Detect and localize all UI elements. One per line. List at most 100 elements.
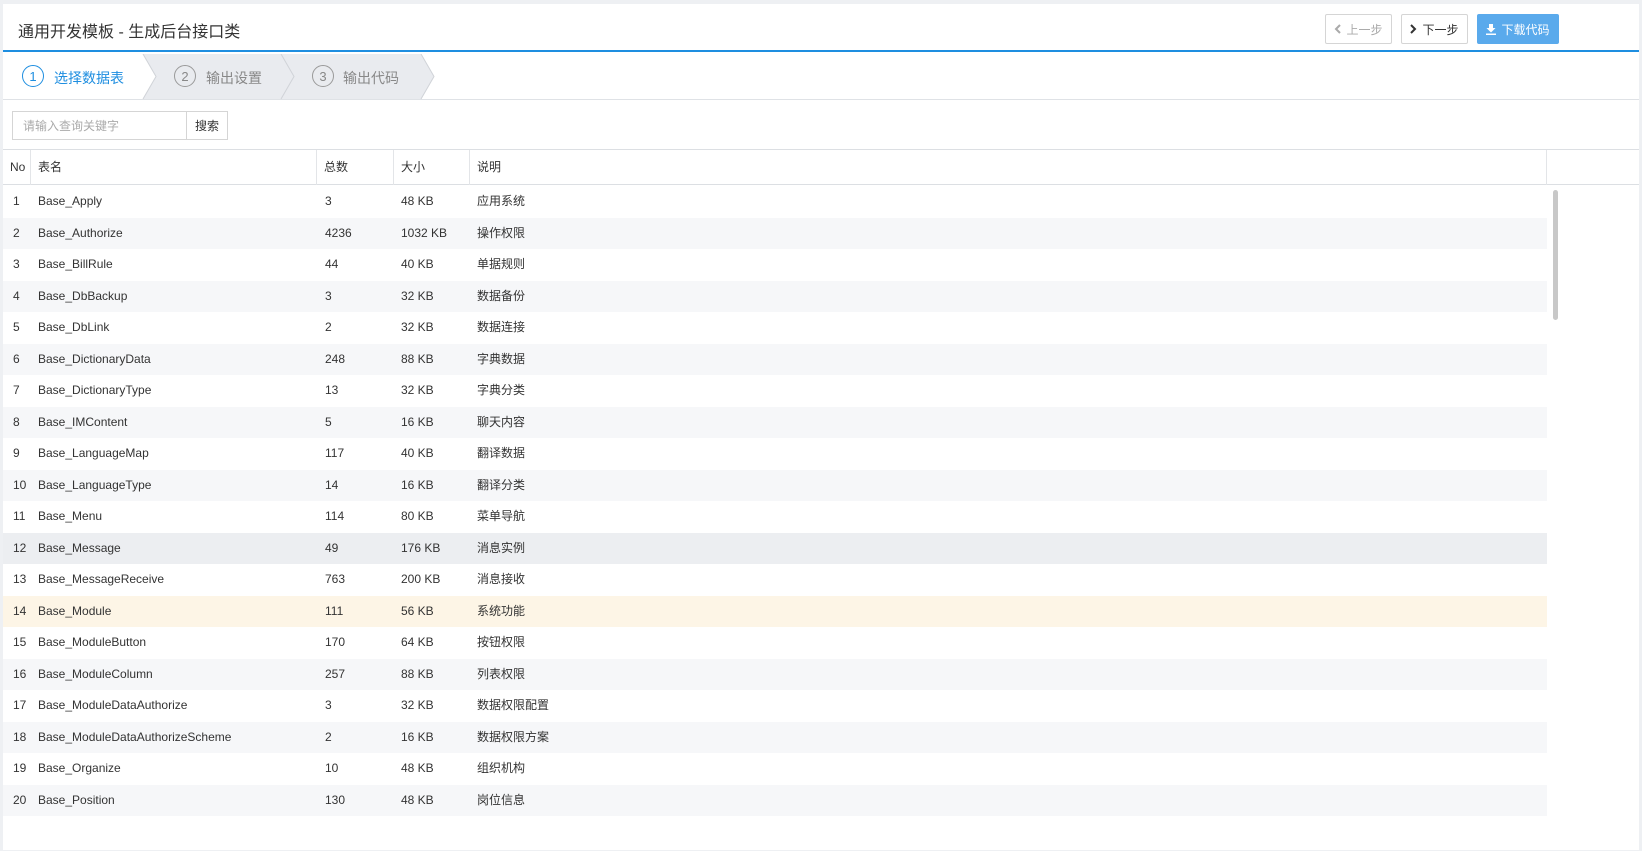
page-title: 通用开发模板 - 生成后台接口类	[18, 24, 241, 41]
chevron-left-icon	[1334, 24, 1342, 34]
cell-table-name: Base_Message	[38, 540, 121, 555]
scrollbar-thumb[interactable]	[1553, 190, 1558, 320]
table-row[interactable]: 3 Base_BillRule 44 40 KB 单据规则	[3, 249, 1547, 281]
cell-count: 5	[325, 414, 332, 429]
search-input[interactable]	[12, 111, 186, 140]
table-row[interactable]: 7 Base_DictionaryType 13 32 KB 字典分类	[3, 375, 1547, 407]
table-row[interactable]: 20 Base_Position 130 48 KB 岗位信息	[3, 784, 1547, 816]
column-header-description[interactable]: 说明	[470, 150, 1547, 185]
cell-size: 80 KB	[401, 509, 434, 523]
cell-description: 翻译数据	[477, 446, 526, 460]
table-row[interactable]: 16 Base_ModuleColumn 257 88 KB 列表权限	[3, 658, 1547, 690]
cell-no: 2	[13, 225, 20, 240]
next-step-button[interactable]: 下一步	[1401, 14, 1468, 44]
table-row[interactable]: 13 Base_MessageReceive 763 200 KB 消息接收	[3, 564, 1547, 596]
cell-table-name: Base_DbLink	[38, 320, 110, 334]
cell-description: 字典分类	[477, 383, 526, 397]
cell-table-name: Base_DictionaryData	[38, 351, 151, 366]
download-code-button[interactable]: 下载代码	[1477, 14, 1559, 44]
cell-description: 按钮权限	[477, 635, 526, 649]
cell-size: 56 KB	[401, 603, 434, 618]
table-row[interactable]: 12 Base_Message 49 176 KB 消息实例	[3, 532, 1547, 564]
table-row[interactable]: 19 Base_Organize 10 48 KB 组织机构	[3, 753, 1547, 785]
cell-table-name: Base_ModuleDataAuthorize	[38, 698, 188, 712]
table-row[interactable]: 10 Base_LanguageType 14 16 KB 翻译分类	[3, 469, 1547, 501]
table-row[interactable]: 5 Base_DbLink 2 32 KB 数据连接	[3, 312, 1547, 344]
cell-count: 763	[325, 572, 346, 586]
download-icon	[1486, 23, 1497, 35]
cell-no: 20	[13, 792, 27, 807]
table-row[interactable]: 14 Base_Module 111 56 KB 系统功能	[3, 595, 1547, 627]
table-row[interactable]: 15 Base_ModuleButton 170 64 KB 按钮权限	[3, 627, 1547, 659]
cell-table-name: Base_Menu	[38, 509, 103, 523]
search-button[interactable]: 搜索	[186, 111, 228, 140]
column-header-count[interactable]: 总数	[317, 150, 394, 185]
cell-count: 248	[325, 351, 346, 366]
cell-count: 14	[325, 477, 339, 492]
step-select-table[interactable]: 1 选择数据表	[3, 54, 143, 99]
cell-size: 32 KB	[401, 288, 434, 303]
cell-description: 应用系统	[477, 194, 526, 208]
cell-count: 13	[325, 383, 339, 397]
cell-no: 6	[13, 351, 20, 366]
cell-no: 9	[13, 446, 20, 460]
cell-description: 数据权限方案	[477, 729, 550, 744]
step-label: 输出代码	[343, 70, 399, 86]
cell-description: 字典数据	[477, 351, 526, 366]
cell-count: 10	[325, 761, 339, 775]
cell-description: 单据规则	[477, 257, 526, 271]
cell-description: 系统功能	[477, 603, 526, 618]
cell-no: 8	[13, 414, 20, 429]
cell-table-name: Base_MessageReceive	[38, 572, 165, 586]
app-frame: 通用开发模板 - 生成后台接口类 上一步 下一步 下载代码 1 选择数据表 2 …	[3, 4, 1639, 850]
cell-table-name: Base_Position	[38, 792, 115, 807]
table-row[interactable]: 11 Base_Menu 114 80 KB 菜单导航	[3, 501, 1547, 533]
cell-description: 操作权限	[477, 225, 526, 240]
cell-count: 44	[325, 257, 339, 271]
table-row[interactable]: 9 Base_LanguageMap 117 40 KB 翻译数据	[3, 438, 1547, 470]
cell-count: 3	[325, 288, 332, 303]
cell-size: 40 KB	[401, 446, 434, 460]
cell-table-name: Base_DbBackup	[38, 288, 128, 303]
prev-step-button[interactable]: 上一步	[1325, 14, 1392, 44]
cell-description: 消息接收	[477, 572, 526, 586]
table-row[interactable]: 4 Base_DbBackup 3 32 KB 数据备份	[3, 280, 1547, 312]
table-row[interactable]: 17 Base_ModuleDataAuthorize 3 32 KB 数据权限配置	[3, 690, 1547, 722]
cell-size: 48 KB	[401, 792, 434, 807]
table-row[interactable]: 18 Base_ModuleDataAuthorizeScheme 2 16 KB 数据…	[3, 721, 1547, 753]
cell-size: 176 KB	[401, 540, 441, 555]
table-header: No 表名 总数 大小 说明	[3, 150, 1639, 185]
cell-no: 14	[13, 603, 27, 618]
cell-count: 2	[325, 320, 332, 334]
step-output-code[interactable]: 3 输出代码	[281, 54, 421, 99]
cell-no: 19	[13, 761, 27, 775]
cell-table-name: Base_Apply	[38, 194, 103, 208]
column-header-no[interactable]: No	[3, 150, 31, 185]
table-row[interactable]: 8 Base_IMContent 5 16 KB 聊天内容	[3, 406, 1547, 438]
cell-description: 消息实例	[477, 540, 526, 555]
cell-no: 12	[13, 540, 27, 555]
cell-count: 3	[325, 194, 332, 208]
cell-no: 1	[13, 194, 20, 208]
cell-description: 菜单导航	[477, 509, 526, 523]
cell-size: 32 KB	[401, 320, 434, 334]
cell-count: 4236	[325, 225, 352, 240]
cell-count: 2	[325, 729, 332, 744]
table-row[interactable]: 2 Base_Authorize 4236 1032 KB 操作权限	[3, 217, 1547, 249]
cell-no: 15	[13, 635, 27, 649]
column-header-size[interactable]: 大小	[394, 150, 470, 185]
step-output-settings[interactable]: 2 输出设置	[143, 54, 281, 99]
cell-no: 17	[13, 698, 27, 712]
table-row[interactable]: 1 Base_Apply 3 48 KB 应用系统	[3, 186, 1547, 218]
cell-description: 聊天内容	[477, 414, 526, 429]
cell-count: 117	[325, 446, 345, 460]
cell-table-name: Base_Module	[38, 603, 112, 618]
column-header-table-name[interactable]: 表名	[31, 150, 317, 185]
cell-table-name: Base_ModuleDataAuthorizeScheme	[38, 729, 232, 744]
cell-count: 114	[325, 509, 345, 523]
cell-size: 48 KB	[401, 194, 434, 208]
cell-description: 列表权限	[477, 666, 526, 681]
cell-size: 32 KB	[401, 698, 434, 712]
cell-count: 170	[325, 635, 346, 649]
table-row[interactable]: 6 Base_DictionaryData 248 88 KB 字典数据	[3, 343, 1547, 375]
